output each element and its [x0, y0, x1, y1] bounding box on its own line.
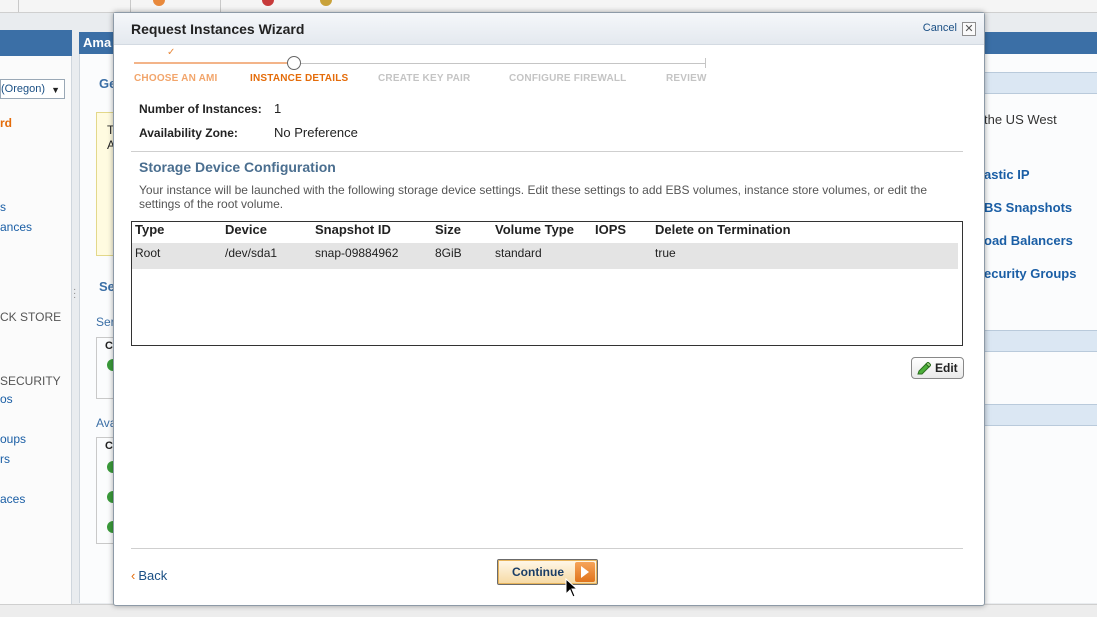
sidebar-header — [0, 30, 72, 56]
sidebar-link[interactable]: aces — [0, 492, 25, 506]
sidebar-link[interactable]: s — [0, 200, 6, 214]
chevron-down-icon: ▼ — [51, 85, 60, 95]
chevron-left-icon: ‹ — [131, 568, 136, 583]
sidebar-link[interactable]: os — [0, 392, 13, 406]
instances-label: Number of Instances: — [139, 102, 262, 116]
column-header-device: Device — [225, 222, 267, 237]
region-label: (Oregon) — [1, 83, 46, 95]
column-header-delete-on-termination: Delete on Termination — [655, 222, 791, 237]
sidebar-link[interactable]: rd — [0, 116, 12, 130]
column-header-volume-type: Volume Type — [495, 222, 574, 237]
instances-value: 1 — [274, 101, 282, 116]
right-panel-link[interactable]: astic IP — [984, 167, 1030, 182]
availability-zone-value: No Preference — [274, 125, 358, 140]
region-selector[interactable]: (Oregon) ▼ — [0, 79, 65, 99]
sidebar-section-label: SECURITY — [0, 374, 61, 388]
pencil-icon — [917, 362, 931, 375]
check-icon: ✓ — [167, 47, 176, 58]
right-panel-link[interactable]: oad Balancers — [984, 233, 1073, 248]
step-review: REVIEW — [666, 73, 707, 84]
service-icon[interactable] — [153, 0, 165, 6]
table-row[interactable]: Root /dev/sda1 snap-09884962 8GiB standa… — [132, 243, 958, 269]
right-panel-text: the US West — [984, 112, 1057, 127]
main-fragment: Ser — [96, 315, 115, 329]
sidebar-link[interactable]: oups — [0, 432, 26, 446]
wizard-title: Request Instances Wizard — [131, 21, 305, 37]
progress-line-remaining — [294, 63, 706, 64]
cell-device: /dev/sda1 — [225, 246, 278, 260]
storage-section-title: Storage Device Configuration — [139, 159, 336, 175]
right-panel-link[interactable]: BS Snapshots — [984, 200, 1072, 215]
main-fragment: C — [105, 340, 113, 352]
request-instances-wizard: Request Instances Wizard Cancel ✕ ✓ CHOO… — [113, 12, 985, 606]
back-link[interactable]: ‹ Back — [131, 568, 167, 583]
close-icon[interactable]: ✕ — [962, 22, 976, 36]
storage-section-description: Your instance will be launched with the … — [139, 183, 927, 211]
progress-line-end — [705, 58, 706, 68]
service-icon[interactable] — [320, 0, 332, 6]
section-divider — [131, 151, 963, 152]
sidebar-splitter-handle[interactable]: · · · — [73, 285, 76, 303]
table-header-row: Type Device Snapshot ID Size Volume Type… — [132, 222, 958, 244]
step-configure-firewall: CONFIGURE FIREWALL — [509, 73, 627, 84]
edit-button[interactable]: Edit — [911, 357, 964, 379]
main-fragment: C — [105, 440, 113, 452]
cell-size: 8GiB — [435, 246, 462, 260]
footer-divider — [131, 548, 963, 549]
current-step-marker — [287, 56, 301, 70]
sidebar-link[interactable]: ances — [0, 220, 32, 234]
sidebar-link[interactable]: rs — [0, 452, 10, 466]
cancel-link[interactable]: Cancel — [923, 22, 957, 34]
storage-device-table: Type Device Snapshot ID Size Volume Type… — [131, 221, 963, 346]
right-panel-header — [984, 404, 1097, 426]
edit-button-label: Edit — [935, 361, 958, 375]
right-panel-header — [984, 330, 1097, 352]
column-header-iops: IOPS — [595, 222, 627, 237]
back-link-label: Back — [138, 568, 168, 583]
wizard-title-bar: Request Instances Wizard Cancel ✕ — [114, 13, 984, 45]
availability-zone-label: Availability Zone: — [139, 126, 238, 140]
column-header-snapshot-id: Snapshot ID — [315, 222, 391, 237]
top-bar-divider — [130, 0, 131, 12]
right-panel-header — [984, 72, 1097, 94]
cell-delete-on-termination: true — [655, 246, 676, 260]
cell-volume-type: standard — [495, 246, 542, 260]
mouse-pointer-icon — [565, 578, 579, 598]
column-header-size: Size — [435, 222, 462, 237]
cell-snapshot-id: snap-09884962 — [315, 246, 399, 260]
column-header-type: Type — [135, 222, 165, 237]
cell-type: Root — [135, 246, 161, 260]
top-bar-divider — [220, 0, 221, 12]
service-icon[interactable] — [262, 0, 274, 6]
step-create-key-pair: CREATE KEY PAIR — [378, 73, 471, 84]
console-sidebar: (Oregon) ▼ rd s ances CK STORE SECURITY … — [0, 30, 72, 604]
top-bar-divider — [18, 0, 19, 12]
step-instance-details: INSTANCE DETAILS — [250, 73, 349, 84]
sidebar-section-label: CK STORE — [0, 310, 62, 324]
right-panel-link[interactable]: ecurity Groups — [984, 266, 1076, 281]
progress-line-completed — [134, 62, 289, 64]
continue-button-label: Continue — [512, 565, 564, 579]
step-choose-ami[interactable]: CHOOSE AN AMI — [134, 73, 218, 84]
continue-button[interactable]: Continue — [497, 559, 598, 585]
